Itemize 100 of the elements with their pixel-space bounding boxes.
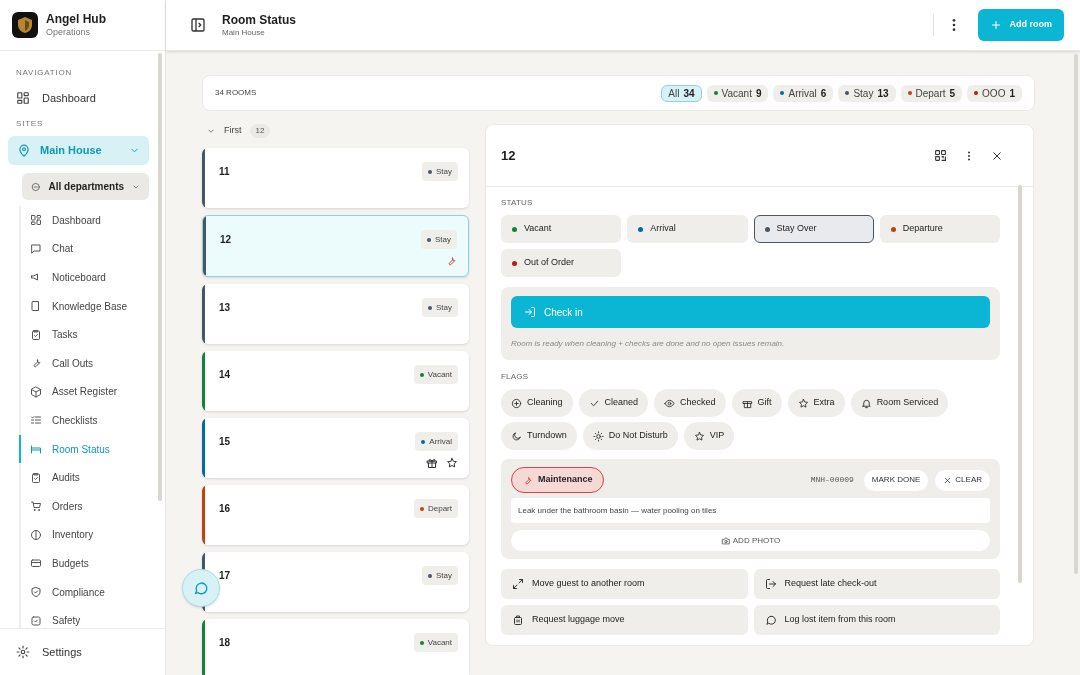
dashboard-icon: [16, 91, 30, 105]
status-pill: Stay: [422, 162, 458, 181]
nav-item[interactable]: Tasks: [19, 320, 149, 349]
filter-chip[interactable]: Arrival 6: [773, 84, 834, 102]
filter-chip[interactable]: Depart 5: [900, 84, 963, 102]
nav-item[interactable]: Call Outs: [19, 348, 149, 378]
sign-in-icon: [524, 306, 536, 318]
nav-item[interactable]: Asset Register: [19, 377, 149, 407]
clear-button[interactable]: CLEAR: [935, 469, 990, 491]
flag-chip[interactable]: Cleaned: [578, 389, 649, 417]
department-selector[interactable]: All departments: [22, 173, 149, 200]
shield-icon: [30, 586, 42, 598]
action-button[interactable]: Request late check-out: [753, 569, 1000, 599]
status-option[interactable]: Out of Order: [501, 249, 622, 277]
nav-item[interactable]: Room Status: [19, 434, 149, 464]
room-card[interactable]: 15 Arrival: [202, 418, 469, 478]
nav-item[interactable]: Safety: [19, 606, 149, 628]
nav-item[interactable]: Compliance: [19, 577, 149, 607]
settings-button[interactable]: Settings: [0, 643, 82, 661]
nav-item[interactable]: Checklists: [19, 406, 149, 435]
flag-chip[interactable]: Cleaning: [501, 389, 573, 417]
flag-chip[interactable]: Extra: [787, 389, 845, 417]
dashboard-icon: [30, 214, 42, 227]
star-icon: [797, 397, 809, 409]
flag-chip[interactable]: VIP: [683, 422, 735, 450]
status-option[interactable]: Vacant: [501, 215, 622, 243]
status-pill: Depart: [414, 499, 458, 518]
map-pin-icon: [17, 143, 31, 158]
nav-item[interactable]: Knowledge Base: [19, 291, 149, 321]
action-button[interactable]: Log lost item from this room: [753, 605, 1000, 635]
eye-icon: [664, 397, 676, 409]
app-subtitle: Operations: [46, 26, 92, 39]
sidebar-toggle-icon[interactable]: [190, 17, 206, 33]
maintenance-tag: Maintenance: [511, 467, 604, 493]
chat-icon: [193, 580, 209, 596]
cube-icon: [30, 385, 42, 398]
flag-chip[interactable]: Room Serviced: [850, 389, 949, 417]
scrollbar[interactable]: [1074, 54, 1078, 574]
room-number: 11: [219, 165, 230, 179]
mark-done-button[interactable]: MARK DONE: [863, 469, 929, 491]
section-label: FLAGS: [501, 371, 530, 383]
qr-code-icon[interactable]: [934, 149, 947, 162]
issue-description-field[interactable]: Leak under the bathroom basin — water pooling on tiles: [511, 498, 990, 523]
nav-item[interactable]: Budgets: [19, 549, 149, 578]
status-option[interactable]: Departure: [879, 215, 1000, 243]
action-button[interactable]: Move guest to another room: [501, 569, 748, 599]
nav-item[interactable]: Inventory: [19, 520, 149, 550]
clipboard-icon: [30, 328, 42, 341]
room-card[interactable]: 16 Depart: [202, 485, 469, 545]
settings-icon: [16, 645, 30, 659]
status-option[interactable]: Stay Over: [753, 215, 874, 243]
section-label: STATUS: [501, 197, 534, 209]
section-label: NAVIGATION: [15, 67, 74, 79]
room-card[interactable]: 11 Stay: [202, 148, 469, 208]
sun-icon: [592, 430, 604, 442]
chat-icon: [30, 242, 42, 255]
nav-item[interactable]: Orders: [19, 491, 149, 521]
room-card[interactable]: 14 Vacant: [202, 351, 469, 411]
scrollbar[interactable]: [1018, 185, 1022, 583]
add-photo-button[interactable]: ADD PHOTO: [511, 530, 990, 551]
room-count: 34 ROOMS: [215, 87, 257, 99]
scrollbar[interactable]: [158, 53, 162, 501]
room-number: 15: [219, 435, 231, 449]
room-card[interactable]: 12 Stay: [202, 215, 469, 277]
readiness-hint: Room is ready when cleaning + checks are done and no open issues remain.: [511, 338, 786, 350]
filter-chip[interactable]: Vacant 9: [706, 84, 769, 102]
shield-check-icon: [30, 614, 42, 627]
flag-chip[interactable]: Do Not Disturb: [582, 422, 678, 450]
room-card[interactable]: 17 Stay: [202, 552, 469, 612]
close-icon[interactable]: [991, 149, 1003, 162]
room-number: 12: [220, 233, 232, 247]
log-out-icon: [764, 578, 777, 590]
filter-chip[interactable]: All 34: [661, 84, 702, 102]
nav-item[interactable]: Chat: [19, 234, 149, 264]
chat-bubble-button[interactable]: [182, 569, 220, 607]
flag-chip[interactable]: Gift: [731, 389, 782, 417]
page-subtitle: Main House: [222, 27, 266, 38]
room-card[interactable]: 13 Stay: [202, 284, 469, 344]
filter-chip[interactable]: Stay 13: [838, 84, 896, 102]
wrench-icon: [522, 474, 533, 486]
nav-item[interactable]: Dashboard: [19, 206, 149, 235]
status-pill: Arrival: [415, 432, 458, 451]
shield-logo-icon: [12, 12, 38, 38]
nav-item[interactable]: Audits: [19, 463, 149, 492]
checklist-icon: [30, 414, 42, 427]
chat-icon: [764, 614, 777, 626]
nav-item[interactable]: Noticeboard: [19, 263, 149, 292]
status-option[interactable]: Arrival: [627, 215, 748, 243]
flag-chip[interactable]: Checked: [654, 389, 726, 417]
luggage-icon: [512, 614, 524, 626]
action-button[interactable]: Request luggage move: [501, 605, 748, 635]
nav-item[interactable]: Dashboard: [8, 83, 149, 113]
filter-chip[interactable]: OOO 1: [967, 84, 1022, 102]
room-number: 12: [501, 146, 516, 165]
status-pill: Vacant: [413, 633, 458, 652]
camera-icon: [720, 535, 731, 546]
flag-chip[interactable]: Turndown: [501, 422, 577, 450]
room-number: 17: [219, 569, 231, 583]
plus-circle-icon: [511, 397, 522, 409]
room-card[interactable]: 18 Vacant: [202, 619, 469, 675]
